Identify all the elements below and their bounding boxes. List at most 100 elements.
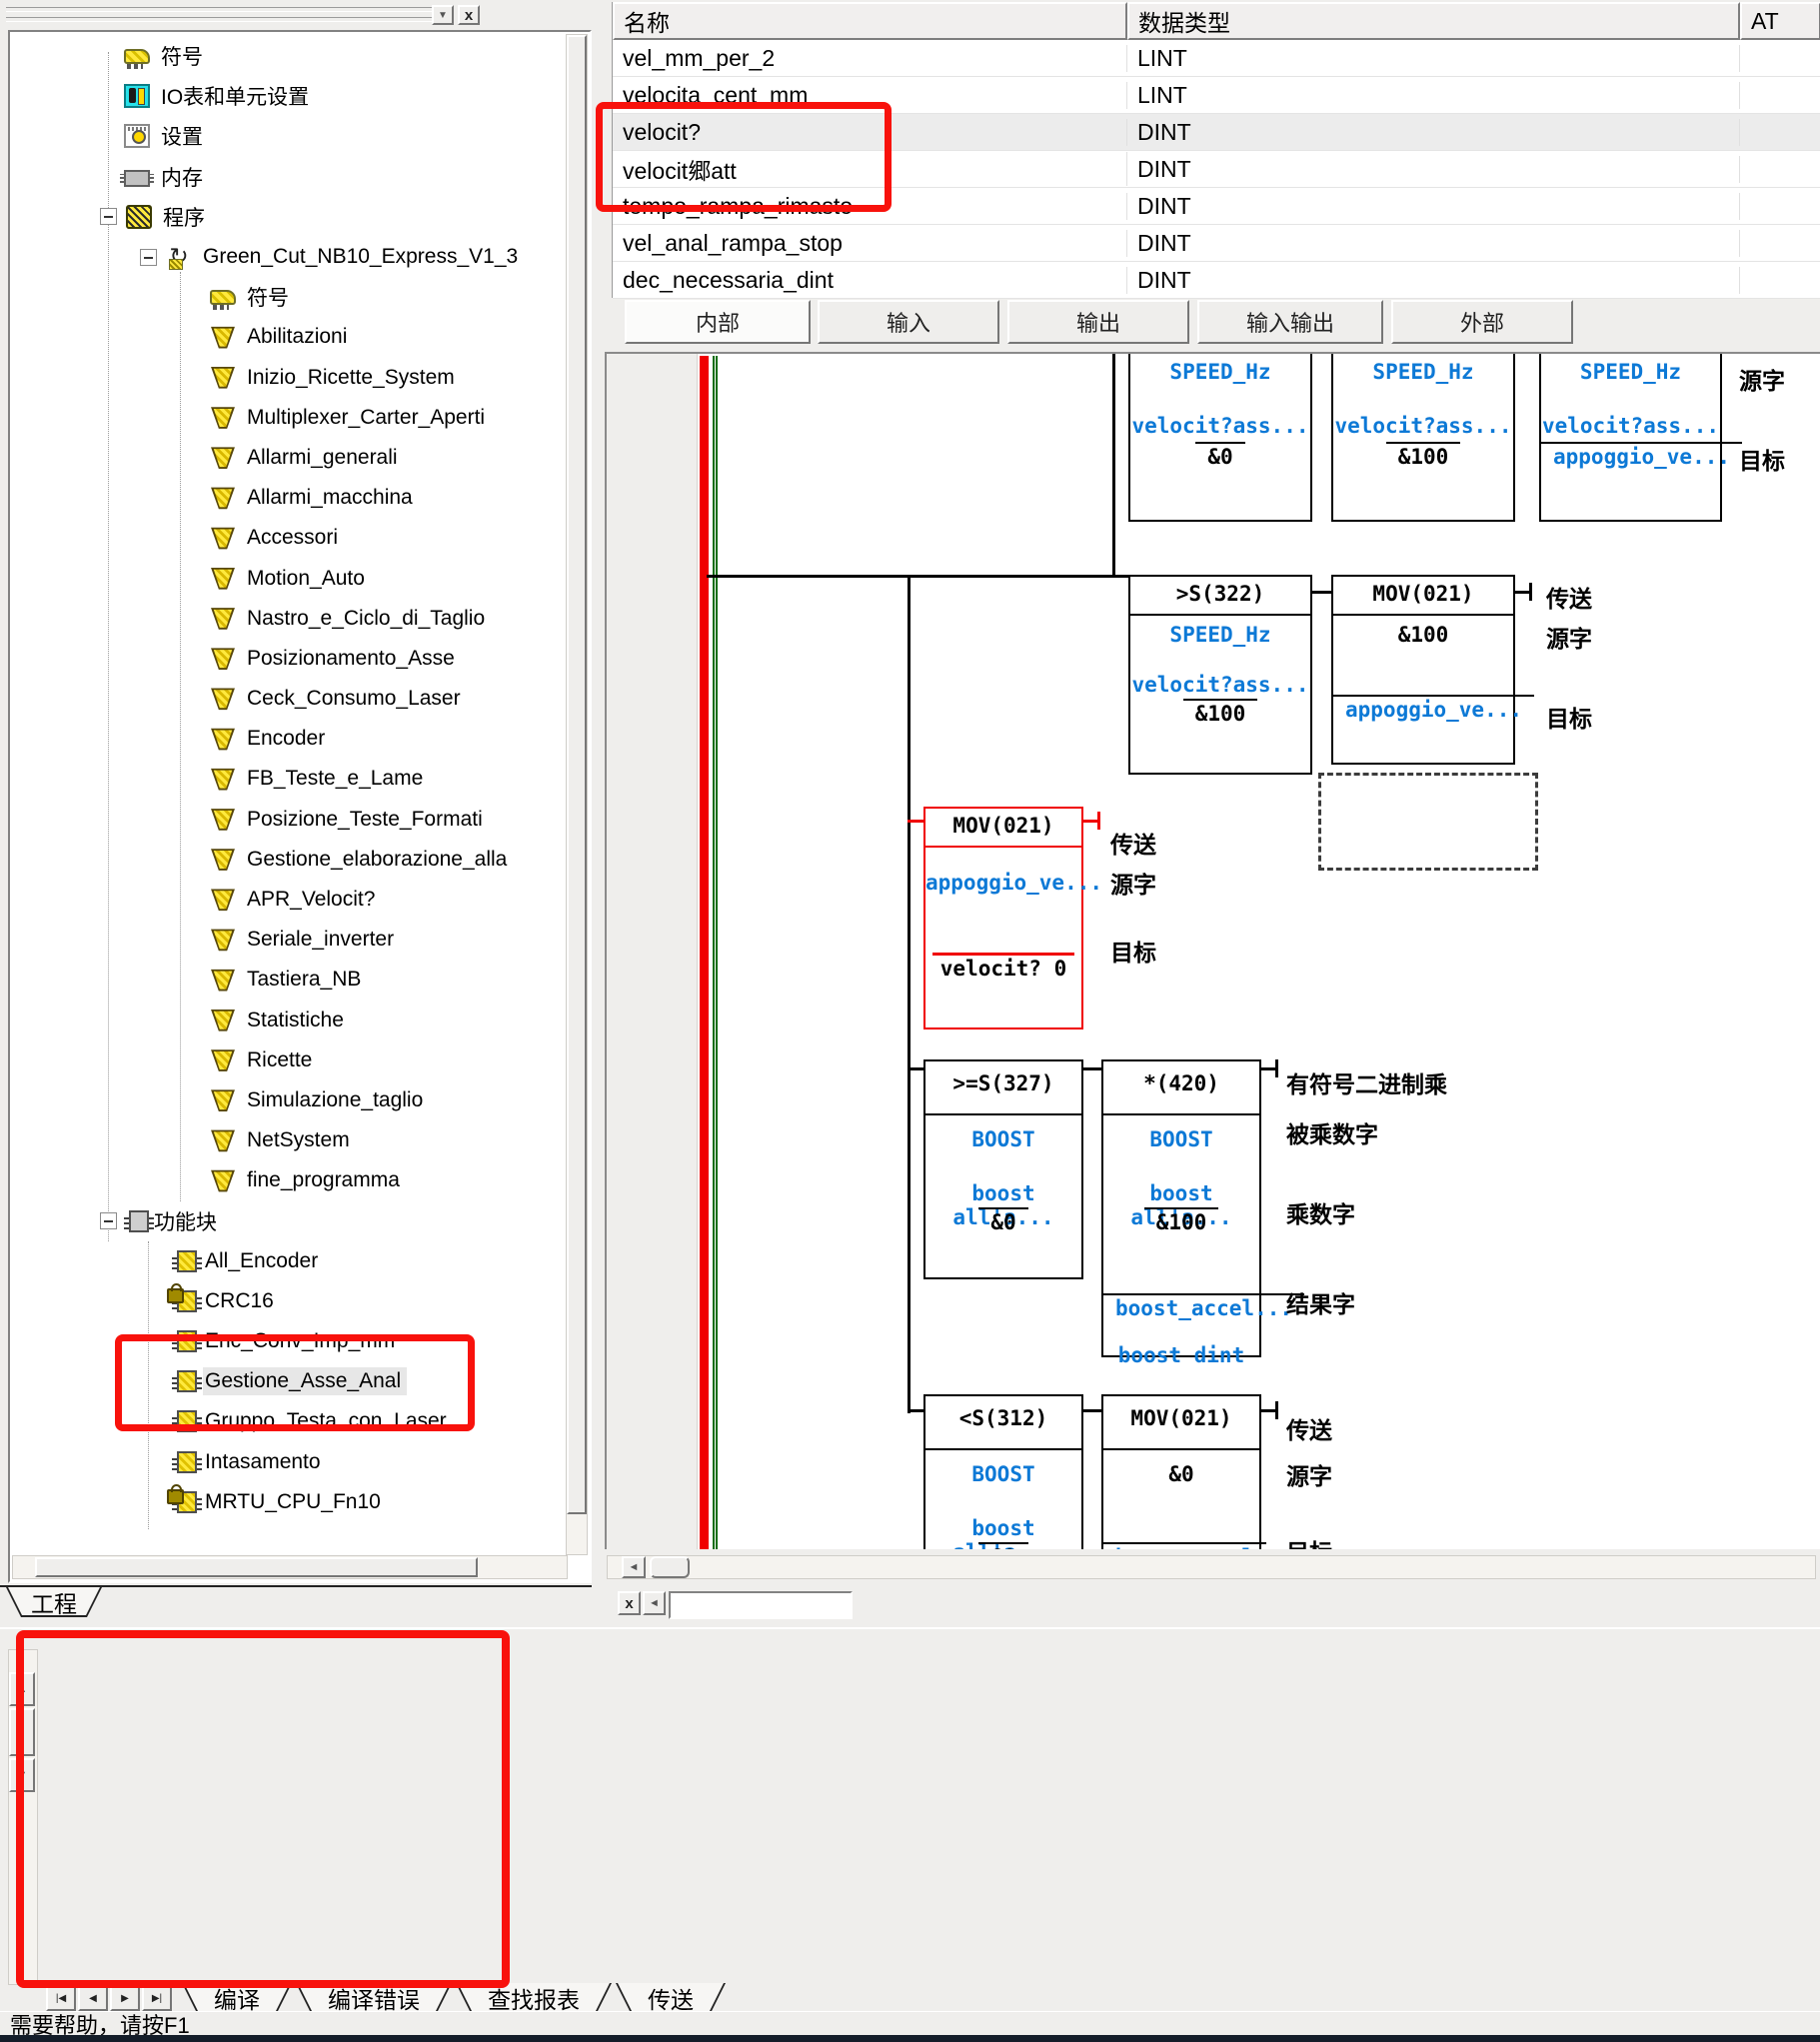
tree-item-section[interactable]: Nastro_e_Ciclo_di_Taglio <box>12 599 568 639</box>
table-row[interactable]: vel_mm_per_2LINT <box>613 40 1820 77</box>
instruction-block-gts[interactable]: >S(322) SPEED_Hz velocit?ass... &100 <box>1128 575 1312 775</box>
operand-comment: 源字 <box>1546 620 1592 654</box>
scroll-left-button[interactable]: ◄ <box>622 1556 646 1578</box>
instruction-block-gtes[interactable]: >=S(327) BOOST boost all'a... &0 <box>923 1059 1083 1279</box>
collapse-expander-icon[interactable] <box>100 1212 117 1229</box>
section-icon <box>210 325 236 349</box>
tree-close-button[interactable]: x <box>458 5 480 25</box>
tab-inout[interactable]: 输入输出 <box>1197 300 1383 344</box>
fb-call-speed-hz[interactable]: SPEED_Hz velocit?ass... &100 <box>1331 352 1515 522</box>
tab-internal[interactable]: 内部 <box>625 300 811 344</box>
tab-project[interactable]: 工程 <box>6 1587 102 1617</box>
tree-item-function-block[interactable]: Intasamento <box>12 1442 568 1482</box>
instruction-block-multiply[interactable]: *(420) BOOST boost all'a... &100 boost_a… <box>1101 1059 1261 1357</box>
tree-item-section[interactable]: Tastiera_NB <box>12 960 568 1000</box>
collapse-expander-icon[interactable] <box>140 249 157 266</box>
tree-item-function-block[interactable]: Gruppo_Testa_con_Laser <box>12 1401 568 1441</box>
tree-item-section[interactable]: Motion_Auto <box>12 558 568 598</box>
function-block-folder-icon <box>129 1210 149 1232</box>
tree-item-function-blocks[interactable]: 功能块 <box>12 1200 568 1240</box>
section-icon <box>210 366 236 390</box>
tab-output[interactable]: 输出 <box>1007 300 1189 344</box>
tree-item-function-block[interactable]: MRTU_CPU_Fn10 <box>12 1482 568 1522</box>
tree-item-memory[interactable]: 内存 <box>12 157 568 197</box>
memory-icon <box>124 170 150 187</box>
table-row[interactable]: vel_anal_rampa_stopDINT <box>613 225 1820 262</box>
ladder-horizontal-scrollbar[interactable]: ◄ <box>607 1555 1816 1579</box>
tree-item-section[interactable]: Seriale_inverter <box>12 920 568 960</box>
tree-item-section[interactable]: Ceck_Consumo_Laser <box>12 679 568 719</box>
tree-item-section[interactable]: Abilitazioni <box>12 317 568 357</box>
scrollbar-thumb[interactable] <box>567 35 587 1514</box>
column-header-name[interactable]: 名称 <box>613 2 1127 40</box>
tab-input[interactable]: 输入 <box>818 300 999 344</box>
operand-comment: 目标 <box>1739 442 1785 476</box>
scroll-up-button[interactable]: ▲ <box>9 1672 35 1706</box>
fb-call-speed-hz[interactable]: SPEED_Hz velocit?ass... &0 <box>1128 352 1312 522</box>
tree-item-section[interactable]: Accessori <box>12 518 568 558</box>
tree-item-io-table[interactable]: IO表和单元设置 <box>12 76 568 116</box>
tree-item-function-block[interactable]: Enc_Conv_Imp_mm <box>12 1321 568 1361</box>
table-row[interactable]: dec_necessaria_dintDINT <box>613 262 1820 299</box>
tree-item-section[interactable]: Posizione_Teste_Formati <box>12 800 568 840</box>
tree-item-section[interactable]: Gestione_elaborazione_alla <box>12 840 568 880</box>
tree-item-settings[interactable]: 设置 <box>12 116 568 156</box>
scrollbar-thumb[interactable] <box>650 1556 690 1578</box>
tree-item-section[interactable]: FB_Teste_e_Lame <box>12 759 568 799</box>
function-block-locked-icon <box>177 1491 197 1513</box>
column-header-at[interactable]: AT <box>1740 2 1820 40</box>
tree-item-section[interactable]: Encoder <box>12 719 568 759</box>
output-vertical-scrollbar[interactable]: ▲ ▼ <box>8 1649 38 1985</box>
fb-call-speed-hz[interactable]: SPEED_Hz velocit?ass... appoggio_ve... <box>1539 352 1722 522</box>
table-row[interactable]: velocita_cent_mmLINT <box>613 77 1820 114</box>
collapse-expander-icon[interactable] <box>100 208 117 225</box>
tab-find-report[interactable]: 查找报表 <box>456 1983 612 2013</box>
tree-horizontal-scrollbar[interactable] <box>12 1555 568 1579</box>
instruction-block-mov-error[interactable]: MOV(021) appoggio_ve... velocit? 0 <box>923 807 1083 1029</box>
tab-compile-errors[interactable]: 编译错误 <box>296 1983 452 2013</box>
instruction-comment: 传送 <box>1110 826 1156 860</box>
tree-vertical-scrollbar[interactable] <box>566 34 588 1555</box>
tree-item-function-block[interactable]: CRC16 <box>12 1281 568 1321</box>
tree-item-program[interactable]: ↻Green_Cut_NB10_Express_V1_3 <box>12 237 568 277</box>
section-icon <box>210 406 236 430</box>
table-row[interactable]: velocit郷attDINT <box>613 151 1820 188</box>
tree-menu-button[interactable]: ▼ <box>432 5 454 25</box>
scrollbar-thumb[interactable] <box>35 1557 478 1577</box>
settings-icon <box>124 124 150 148</box>
instruction-block-mov[interactable]: MOV(021) &100 appoggio_ve... <box>1331 575 1515 765</box>
scroll-down-button[interactable]: ▼ <box>9 1758 35 1792</box>
tree-item-section[interactable]: APR_Velocit? <box>12 880 568 920</box>
tree-item-symbols[interactable]: 符号 <box>12 36 568 76</box>
tree-item-section[interactable]: Posizionamento_Asse <box>12 639 568 679</box>
table-row-selected[interactable]: velocit?DINT <box>613 114 1820 151</box>
ladder-editor[interactable]: SPEED_Hz velocit?ass... &0 SPEED_Hz velo… <box>605 352 1820 1549</box>
column-header-datatype[interactable]: 数据类型 <box>1127 2 1740 40</box>
tree-item-function-block[interactable]: All_Encoder <box>12 1241 568 1281</box>
instruction-block-lts[interactable]: <S(312) BOOST boost all'a... &0 <box>923 1394 1083 1549</box>
instruction-block-mov[interactable]: MOV(021) &0 boost_accel <box>1101 1394 1261 1549</box>
arrow-down-icon: ▼ <box>17 1769 28 1781</box>
tree-item-section[interactable]: Allarmi_macchina <box>12 478 568 518</box>
tree-item-programs[interactable]: 程序 <box>12 197 568 237</box>
tree-item-section[interactable]: Ricette <box>12 1040 568 1080</box>
tree-item-section[interactable]: Allarmi_generali <box>12 438 568 478</box>
tree-item-section[interactable]: Statistiche <box>12 1001 568 1040</box>
ladder-close-button[interactable]: x <box>618 1591 641 1615</box>
tree-item-section[interactable]: Multiplexer_Carter_Aperti <box>12 398 568 438</box>
ladder-bottom-track[interactable] <box>669 1591 853 1619</box>
section-icon <box>210 888 236 912</box>
table-row[interactable]: tempo_rampa_rimastoDINT <box>613 188 1820 225</box>
ladder-scroll-left-button[interactable]: ◄ <box>643 1591 666 1615</box>
tree-item-section[interactable]: Simulazione_taglio <box>12 1080 568 1120</box>
tab-external[interactable]: 外部 <box>1391 300 1573 344</box>
tab-compile[interactable]: 编译 <box>182 1983 292 2013</box>
output-tab-strip: |◀ ◀ ▶ ▶| 编译 编译错误 查找报表 传送 <box>0 1985 1820 2013</box>
tree-item-section[interactable]: Inizio_Ricette_System <box>12 358 568 398</box>
scrollbar-thumb[interactable] <box>9 1708 35 1756</box>
tab-transfer[interactable]: 传送 <box>616 1983 726 2013</box>
tree-item-section[interactable]: fine_programma <box>12 1160 568 1200</box>
tree-item-section[interactable]: NetSystem <box>12 1120 568 1160</box>
tree-item-symbols[interactable]: 符号 <box>12 277 568 317</box>
tree-item-function-block[interactable]: Gestione_Asse_Anal <box>12 1361 568 1401</box>
